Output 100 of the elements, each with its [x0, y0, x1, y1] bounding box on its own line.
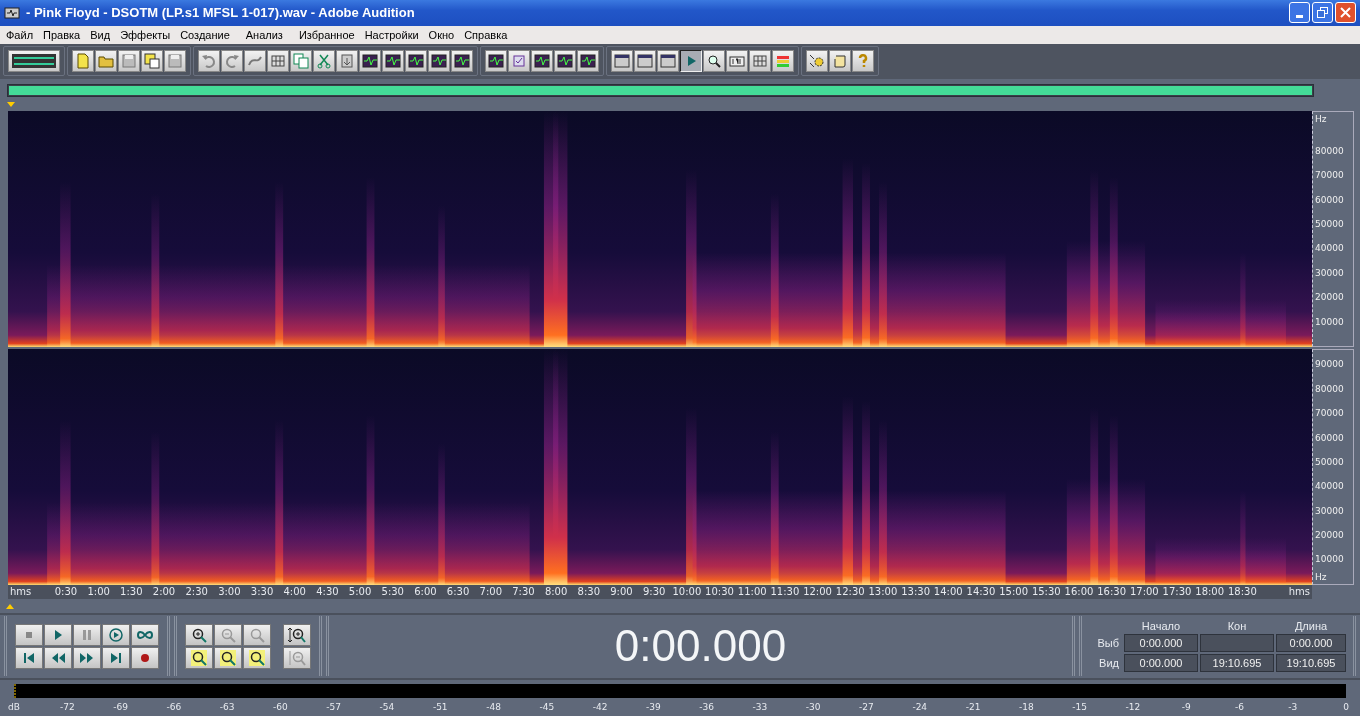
go-to-end-button[interactable] — [102, 646, 130, 669]
menu-item[interactable]: Настройки — [360, 28, 423, 41]
toolbar-button[interactable] — [531, 50, 553, 73]
minimize-button[interactable] — [1289, 2, 1310, 24]
play-button[interactable] — [44, 623, 72, 646]
length-field[interactable]: 19:10.695 — [1276, 654, 1346, 673]
toolbar-button[interactable] — [405, 50, 427, 73]
toolbar-button[interactable] — [313, 50, 335, 73]
toolbar-button[interactable] — [657, 50, 679, 73]
record-button[interactable] — [131, 646, 159, 669]
fast-forward-button[interactable] — [73, 646, 101, 669]
toolbar-button[interactable] — [267, 50, 289, 73]
toolbar-button[interactable] — [290, 50, 312, 73]
toolbar-button[interactable] — [680, 50, 702, 73]
toolbar-button[interactable] — [382, 50, 404, 73]
end-field[interactable]: 19:10.695 — [1200, 654, 1274, 673]
toolbar-button[interactable] — [554, 50, 576, 73]
toolbar-button[interactable] — [336, 50, 358, 73]
toolbar-button[interactable] — [852, 50, 874, 73]
pause-button[interactable] — [73, 623, 101, 646]
menu-item[interactable]: Правка — [39, 28, 85, 41]
toolbar-button[interactable] — [634, 50, 656, 73]
time-label: 8:00 — [544, 585, 568, 597]
decibel-label: -15 — [1072, 702, 1087, 712]
zoom-selection-button[interactable] — [243, 646, 271, 669]
rewind-icon — [50, 650, 66, 665]
toolbar-button[interactable] — [164, 50, 186, 73]
zoom-out-vertical-button[interactable] — [283, 646, 311, 669]
toolbar-button[interactable] — [244, 50, 266, 73]
menu-item[interactable]: Окно — [424, 28, 459, 41]
play-circle-icon — [108, 627, 124, 642]
menu-item[interactable]: Анализ — [241, 28, 287, 41]
decibel-label: -45 — [539, 702, 555, 712]
time-label: 7:30 — [512, 585, 535, 597]
toolbar-button[interactable] — [95, 50, 117, 73]
toolbar-button[interactable] — [485, 50, 507, 73]
frequency-label: 70000 — [1315, 408, 1344, 419]
toolbar-button[interactable] — [141, 50, 163, 73]
menu-item[interactable]: Справка — [460, 28, 512, 41]
toolbar-button[interactable] — [726, 50, 748, 73]
decibel-label: -69 — [113, 702, 128, 712]
save-copy-icon — [144, 53, 160, 70]
restore-icon — [1317, 7, 1328, 19]
frequency-label: 50000 — [1315, 219, 1344, 229]
time-label: 5:30 — [381, 585, 404, 597]
toolbar-button[interactable] — [118, 50, 140, 73]
decibel-label: -27 — [859, 702, 874, 712]
window-title: - Pink Floyd - DSOTM (LP.s1 MFSL 1-017).wav - Adobe Audition — [26, 5, 415, 21]
time-label: 12:00 — [803, 585, 832, 597]
zoom-left-button[interactable] — [185, 646, 213, 669]
close-icon — [1340, 7, 1351, 19]
time-label: 7:00 — [479, 585, 502, 597]
loop-button[interactable] — [131, 623, 159, 646]
toolbar-button[interactable] — [508, 50, 530, 73]
toolbar-button[interactable] — [451, 50, 473, 73]
toolbar-button[interactable] — [428, 50, 450, 73]
length-field[interactable]: 0:00.000 — [1276, 634, 1346, 653]
frequency-label: 70000 — [1315, 170, 1344, 181]
close-button[interactable] — [1335, 2, 1356, 24]
toolbar-button[interactable] — [359, 50, 381, 73]
toolbar-button[interactable] — [221, 50, 243, 73]
decibel-label: -60 — [273, 702, 288, 712]
play-to-end-button[interactable] — [102, 623, 130, 646]
zoom-in-vertical-button[interactable] — [283, 623, 311, 646]
time-label: 17:30 — [1162, 585, 1192, 597]
axis-unit-label: Hz — [1315, 571, 1327, 582]
toolbar-button[interactable] — [806, 50, 828, 73]
decibel-label: -9 — [1181, 702, 1191, 712]
menu-item[interactable]: Создание — [176, 28, 234, 41]
go-to-start-button[interactable] — [15, 646, 43, 669]
begin-field[interactable]: 0:00.000 — [1124, 634, 1198, 653]
toolbar-button[interactable] — [198, 50, 220, 73]
toolbar-button[interactable] — [703, 50, 725, 73]
time-label: 14:30 — [966, 585, 996, 597]
toolbar-button[interactable] — [772, 50, 794, 73]
menu-item[interactable]: Вид — [86, 28, 115, 41]
stop-button[interactable] — [15, 623, 43, 646]
restore-button[interactable] — [1312, 2, 1333, 24]
menu-item[interactable]: Файл — [2, 28, 38, 41]
decibel-label: -12 — [1125, 702, 1141, 712]
time-label: 16:30 — [1097, 585, 1127, 597]
begin-field[interactable]: 0:00.000 — [1124, 654, 1198, 673]
toolbar-button[interactable] — [829, 50, 851, 73]
zoom-right-button[interactable] — [214, 646, 242, 669]
zoom-in-icon — [191, 626, 207, 643]
skip-forward-icon — [108, 650, 124, 665]
menu-item[interactable]: Эффекты — [116, 28, 175, 41]
end-field[interactable] — [1200, 634, 1274, 653]
zoom-in-button[interactable] — [185, 623, 213, 646]
menu-item[interactable]: Избранное — [294, 28, 359, 41]
time-label: 1:00 — [87, 585, 110, 597]
toolbar-button[interactable] — [749, 50, 771, 73]
toolbar-button[interactable] — [577, 50, 599, 73]
zoom-out-button[interactable] — [214, 623, 242, 646]
time-label: 9:00 — [610, 585, 633, 597]
frequency-label: 60000 — [1315, 432, 1344, 443]
zoom-full-button[interactable] — [243, 623, 271, 646]
rewind-button[interactable] — [44, 646, 72, 669]
toolbar-button[interactable] — [611, 50, 633, 73]
toolbar-button[interactable] — [72, 50, 94, 73]
